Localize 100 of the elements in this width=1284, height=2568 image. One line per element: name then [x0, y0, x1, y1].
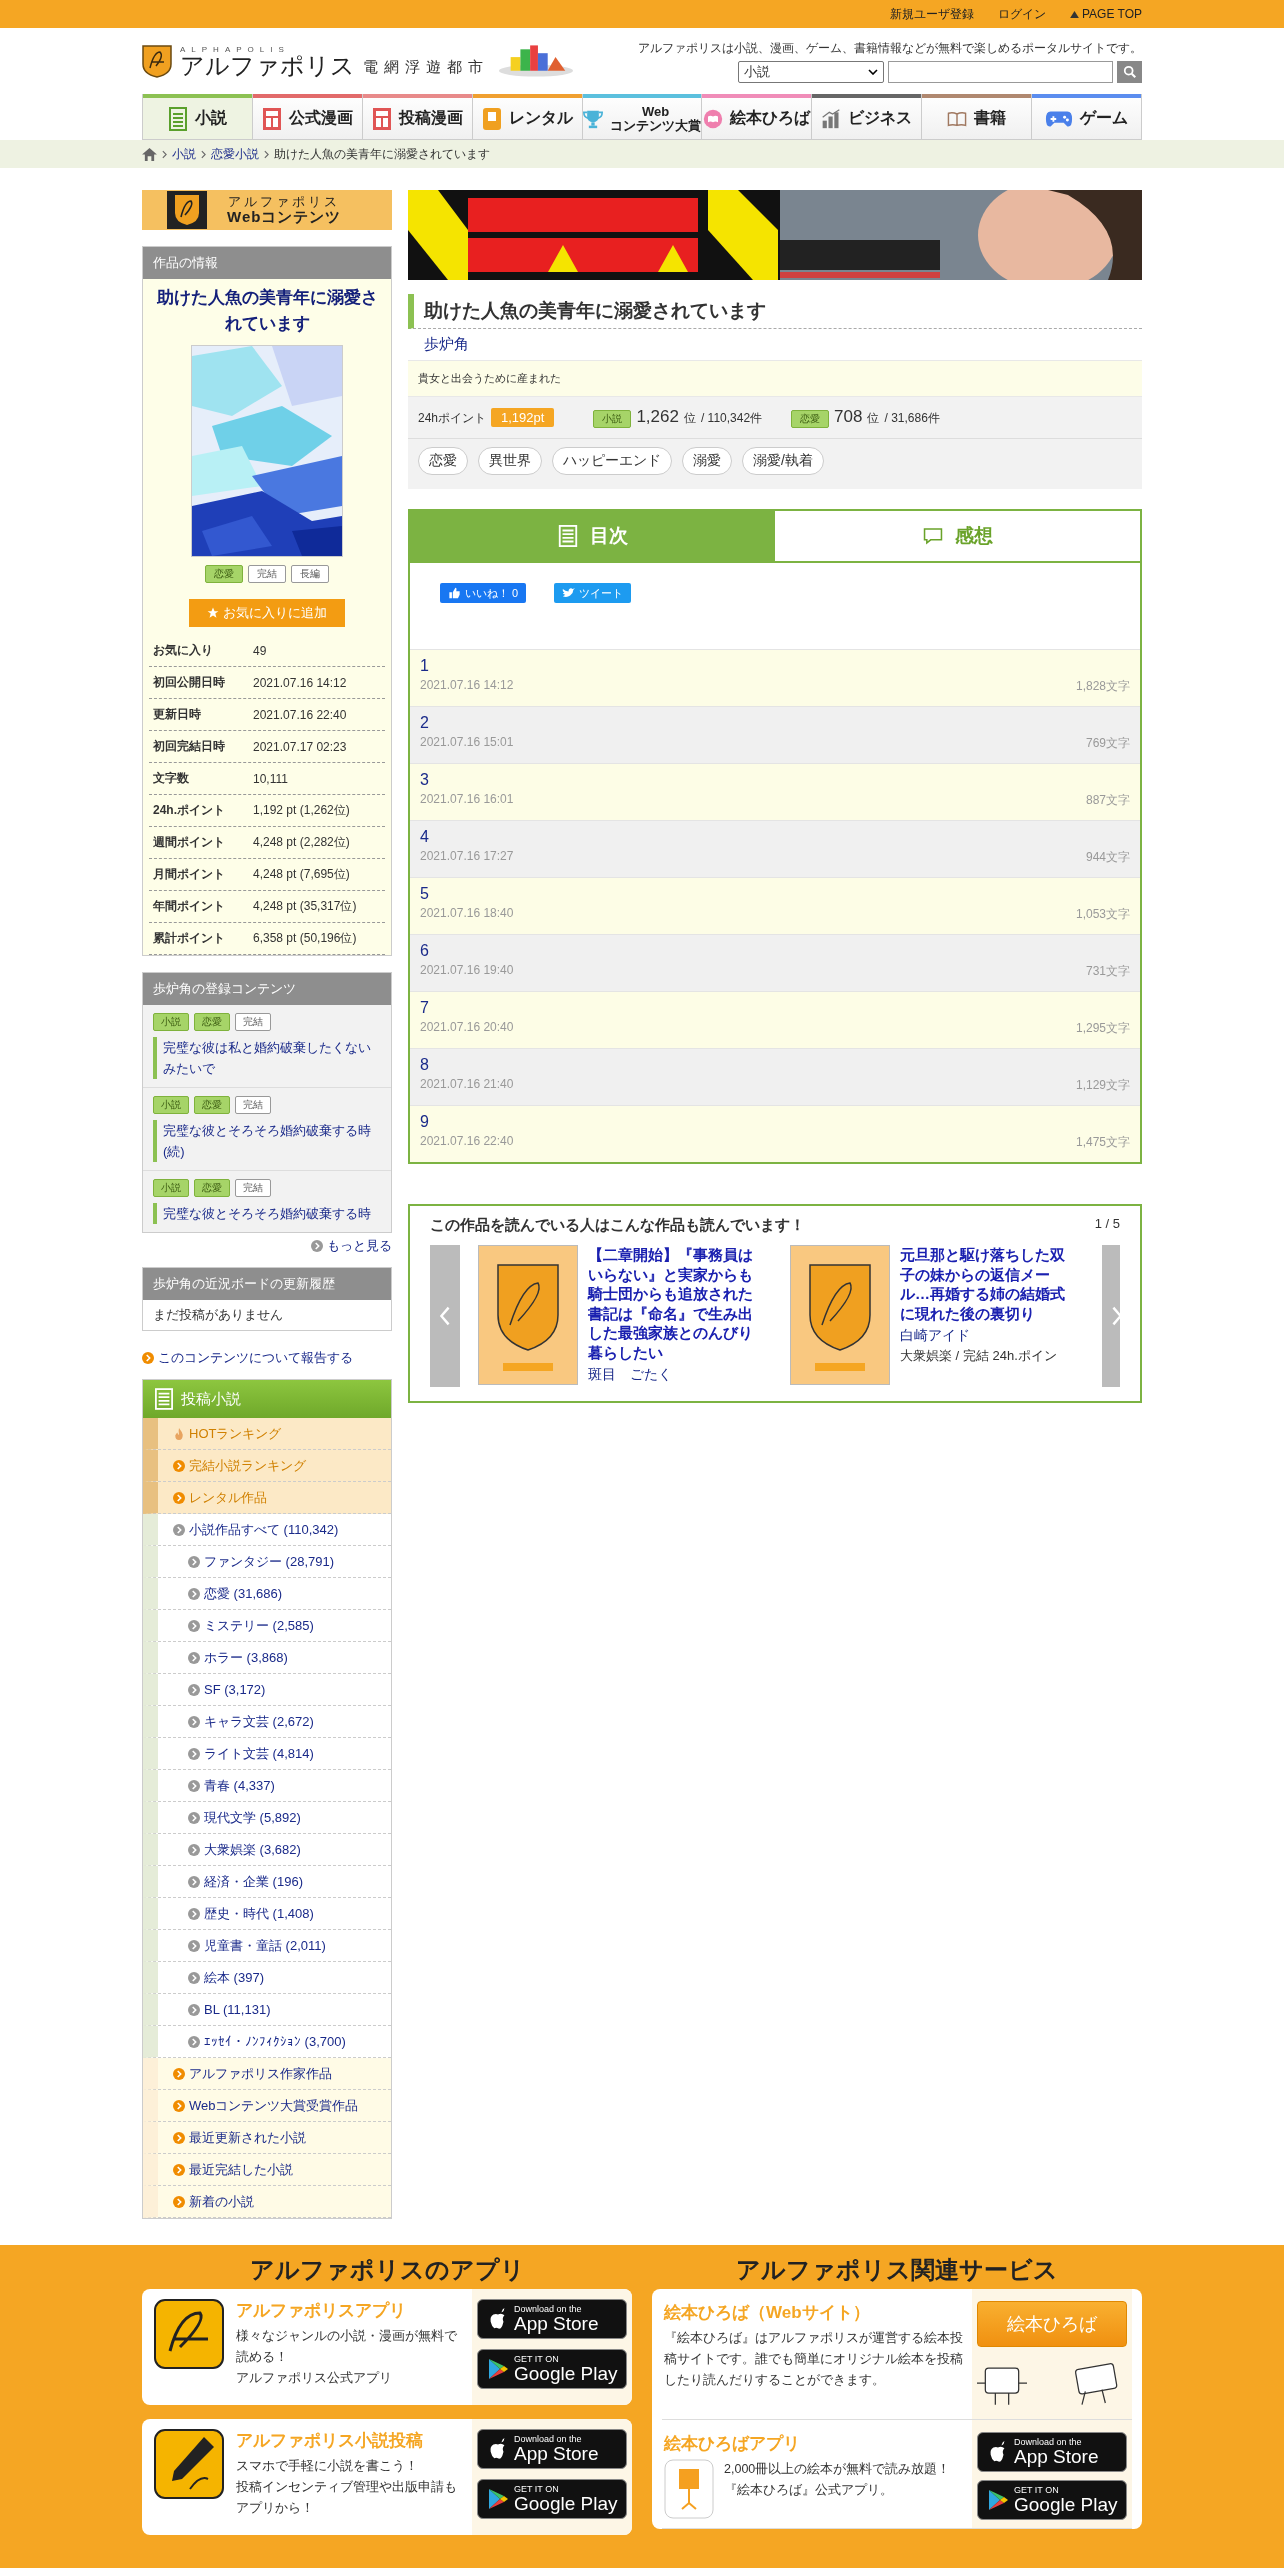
tag[interactable]: 恋愛	[194, 1013, 230, 1031]
nav-item[interactable]: 新着の小説	[143, 2186, 391, 2218]
nav-tab[interactable]: 公式漫画	[253, 94, 363, 140]
top-link[interactable]: PAGE TOP	[1069, 7, 1142, 21]
app-store-badge[interactable]: Download on the App Store	[477, 2429, 627, 2469]
top-link[interactable]: ログイン	[997, 5, 1046, 23]
work-title: 助けた人魚の美青年に溺愛されています	[408, 294, 1142, 329]
play-triangle-icon	[488, 2488, 508, 2510]
circle-arrow-icon	[173, 2067, 185, 2080]
chapter-row[interactable]: 9 2021.07.16 22:40 1,475文字	[410, 1105, 1140, 1162]
nav-tab[interactable]: Web コンテンツ大賞	[583, 94, 702, 140]
tag[interactable]: 完結	[248, 565, 286, 583]
nav-item[interactable]: ライト文芸 (4,814)	[143, 1738, 391, 1770]
tag[interactable]: ハッピーエンド	[552, 447, 672, 475]
tag[interactable]: 小説	[153, 1096, 189, 1114]
app-icon[interactable]	[154, 2429, 224, 2499]
tag[interactable]: 恋愛	[194, 1179, 230, 1197]
report-link[interactable]: このコンテンツについて報告する	[142, 1349, 392, 1367]
nav-item[interactable]: BL (11,131)	[143, 1994, 391, 2026]
breadcrumb-link[interactable]: 恋愛小説	[211, 145, 259, 163]
breadcrumb-link[interactable]: 小説	[172, 145, 196, 163]
nav-item[interactable]: ホラー (3,868)	[143, 1642, 391, 1674]
tag[interactable]: 恋愛	[194, 1096, 230, 1114]
nav-tab[interactable]: ゲーム	[1032, 94, 1142, 140]
work-link[interactable]: 【二章開始】『事務員はいらない』と実家からも騎士団からも追放された書記は『命名』で生み出した最強家族とのんびり暮らしたい	[588, 1245, 766, 1362]
web-contents-banner[interactable]: アルファポリス Webコンテンツ	[142, 190, 392, 230]
nav-tab[interactable]: 投稿漫画	[363, 94, 473, 140]
home-icon[interactable]	[142, 147, 157, 161]
chapter-row[interactable]: 2 2021.07.16 15:01 769文字	[410, 706, 1140, 763]
circle-arrow-icon	[173, 2099, 185, 2112]
nav-item[interactable]: 児童書・童話 (2,011)	[143, 1930, 391, 1962]
chapter-row[interactable]: 6 2021.07.16 19:40 731文字	[410, 934, 1140, 991]
chapter-row[interactable]: 8 2021.07.16 21:40 1,129文字	[410, 1048, 1140, 1105]
logo-text[interactable]: アルファポリス	[180, 53, 355, 78]
section-heading: アルファポリスのアプリ	[248, 2255, 526, 2285]
nav-item[interactable]: ミステリー (2,585)	[143, 1610, 391, 1642]
work-link[interactable]: 完璧な彼とそろそろ婚約破棄する時(続)	[153, 1120, 383, 1162]
circle-arrow-icon	[188, 1619, 200, 1632]
tag[interactable]: 溺愛	[682, 447, 732, 475]
app-description: 様々なジャンルの小説・漫画が無料で読める！	[236, 2328, 458, 2366]
work-link[interactable]: 元旦那と駆け落ちした双子の妹からの返信メール…再婚する姉の結婚式に現れた後の裏切り	[900, 1245, 1078, 1323]
nav-item[interactable]: ファンタジー (28,791)	[143, 1546, 391, 1578]
nav-item[interactable]: 現代文学 (5,892)	[143, 1802, 391, 1834]
nav-item[interactable]: 最近更新された小説	[143, 2122, 391, 2154]
thumbs-up-icon	[448, 587, 461, 599]
like-button[interactable]: いいね！ 0	[440, 583, 527, 603]
nav-tab[interactable]: 小説	[142, 94, 253, 140]
nav-item[interactable]: キャラ文芸 (2,672)	[143, 1706, 391, 1738]
tag[interactable]: 小説	[153, 1179, 189, 1197]
category-select[interactable]: 小説	[738, 60, 884, 83]
author-link[interactable]: 斑目 ごたく	[588, 1366, 766, 1384]
tag[interactable]: 恋愛	[418, 447, 468, 475]
chapter-row[interactable]: 4 2021.07.16 17:27 944文字	[410, 820, 1140, 877]
chevron-icon	[201, 149, 206, 159]
nav-item[interactable]: 大衆娯楽 (3,682)	[143, 1834, 391, 1866]
nav-item[interactable]: アルファポリス作家作品	[143, 2058, 391, 2090]
tag[interactable]: 完結	[235, 1013, 271, 1031]
nav-item[interactable]: 経済・企業 (196)	[143, 1866, 391, 1898]
google-play-badge[interactable]: GET IT ON Google Play	[977, 2480, 1127, 2520]
nav-item[interactable]: 恋愛 (31,686)	[143, 1578, 391, 1610]
top-link[interactable]: 新規ユーザ登録	[889, 5, 974, 23]
nav-item[interactable]: 歴史・時代 (1,408)	[143, 1898, 391, 1930]
app-store-badge[interactable]: Download on the App Store	[977, 2432, 1127, 2472]
tag[interactable]: 小説	[153, 1013, 189, 1031]
chapter-row[interactable]: 5 2021.07.16 18:40 1,053文字	[410, 877, 1140, 934]
nav-tab[interactable]: 絵本ひろば	[702, 94, 812, 140]
nav-item[interactable]: Webコンテンツ大賞受賞作品	[143, 2090, 391, 2122]
tag[interactable]: 溺愛/執着	[742, 447, 824, 475]
app-icon[interactable]	[154, 2299, 224, 2369]
work-link[interactable]: 完璧な彼は私と婚約破棄したくないみたいで	[153, 1037, 383, 1079]
nav-tab[interactable]: レンタル	[473, 94, 583, 140]
tag[interactable]: 異世界	[478, 447, 542, 475]
nav-item[interactable]: 最近完結した小説	[143, 2154, 391, 2186]
google-play-badge[interactable]: GET IT ON Google Play	[477, 2349, 627, 2389]
tag[interactable]: 長編	[291, 565, 329, 583]
star-icon	[207, 607, 219, 619]
tag[interactable]: 完結	[235, 1179, 271, 1197]
stat-label: 月間ポイント	[152, 866, 226, 883]
work-title[interactable]: 助けた人魚の美青年に溺愛されています	[145, 285, 389, 337]
work-link[interactable]: 完璧な彼とそろそろ婚約破棄する時	[153, 1203, 383, 1224]
nav-tab[interactable]: ビジネス	[812, 94, 922, 140]
search-button[interactable]	[1117, 60, 1142, 83]
tag[interactable]: 完結	[235, 1096, 271, 1114]
nav-item[interactable]: 絵本 (397)	[143, 1962, 391, 1994]
more-link[interactable]: もっと見る	[311, 1237, 392, 1255]
chapter-row[interactable]: 7 2021.07.16 20:40 1,295文字	[410, 991, 1140, 1048]
nav-item[interactable]: SF (3,172)	[143, 1674, 391, 1706]
nav-item[interactable]: 青春 (4,337)	[143, 1770, 391, 1802]
tag[interactable]: 恋愛	[205, 565, 243, 583]
circle-arrow-icon	[311, 1240, 323, 1252]
google-play-badge[interactable]: GET IT ON Google Play	[477, 2479, 627, 2519]
chapter-row[interactable]: 3 2021.07.16 16:01 887文字	[410, 763, 1140, 820]
circle-arrow-icon	[188, 1555, 200, 1568]
author-link[interactable]: 白崎アイド	[900, 1327, 1078, 1345]
search-field[interactable]	[888, 60, 1113, 83]
nav-item[interactable]: ｴｯｾｲ・ﾉﾝﾌｨｸｼｮﾝ (3,700)	[143, 2026, 391, 2058]
app-store-badge[interactable]: Download on the App Store	[477, 2299, 627, 2339]
chapter-row[interactable]: 1 2021.07.16 14:12 1,828文字	[410, 649, 1140, 706]
nav-item[interactable]: 小説作品すべて (110,342)	[143, 1514, 391, 1546]
nav-tab[interactable]: 書籍	[922, 94, 1032, 140]
